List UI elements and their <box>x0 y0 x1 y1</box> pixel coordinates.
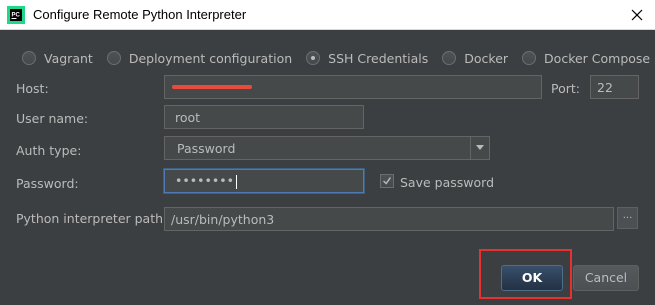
svg-text:PC: PC <box>12 13 21 19</box>
auth-type-dropdown[interactable]: Password <box>164 136 490 160</box>
text-caret <box>235 174 237 189</box>
interpreter-path-label: Python interpreter path: <box>16 211 168 226</box>
port-input[interactable]: 22 <box>590 75 639 99</box>
password-label: Password: <box>16 176 79 191</box>
radio-label: Docker Compose <box>544 50 651 66</box>
dialog-body: Vagrant Deployment configuration SSH Cre… <box>0 30 655 305</box>
password-input[interactable]: •••••••• <box>164 169 364 193</box>
radio-button-checked-icon <box>306 51 321 65</box>
radio-docker[interactable]: Docker <box>442 51 508 66</box>
radio-button-icon <box>22 51 36 65</box>
radio-vagrant[interactable]: Vagrant <box>22 51 93 66</box>
port-label: Port: <box>551 81 580 96</box>
radio-deployment-configuration[interactable]: Deployment configuration <box>106 50 293 66</box>
host-label: Host: <box>16 81 49 96</box>
radio-docker-compose[interactable]: Docker Compose <box>522 51 650 66</box>
radio-button-icon <box>522 51 537 65</box>
radio-ssh-credentials[interactable]: SSH Credentials <box>306 51 428 66</box>
username-input[interactable]: root <box>164 105 364 129</box>
redaction-mark <box>172 85 252 89</box>
window-title: Configure Remote Python Interpreter <box>33 7 247 22</box>
radio-button-icon <box>106 51 121 65</box>
pycharm-logo-icon: PC <box>7 6 25 24</box>
radio-label: Docker <box>464 50 509 66</box>
annotation-highlight-box <box>479 249 572 299</box>
save-password-label[interactable]: Save password <box>400 175 494 190</box>
radio-label: Vagrant <box>44 50 93 66</box>
save-password-checkbox[interactable] <box>380 174 394 188</box>
chevron-down-icon[interactable] <box>470 137 489 159</box>
interpreter-path-input[interactable]: /usr/bin/python3 <box>164 207 614 231</box>
title-bar: PC Configure Remote Python Interpreter <box>0 0 655 30</box>
close-icon[interactable] <box>627 5 647 25</box>
auth-type-value: Password <box>177 141 236 156</box>
username-label: User name: <box>16 111 89 126</box>
credential-type-selector: Vagrant Deployment configuration SSH Cre… <box>22 49 650 67</box>
cancel-button[interactable]: Cancel <box>573 265 639 291</box>
browse-button[interactable]: ... <box>617 207 638 229</box>
auth-type-label: Auth type: <box>16 143 82 158</box>
radio-label: SSH Credentials <box>328 50 429 66</box>
radio-label: Deployment configuration <box>128 50 293 66</box>
password-masked-value: •••••••• <box>175 173 234 188</box>
radio-button-icon <box>442 51 457 65</box>
